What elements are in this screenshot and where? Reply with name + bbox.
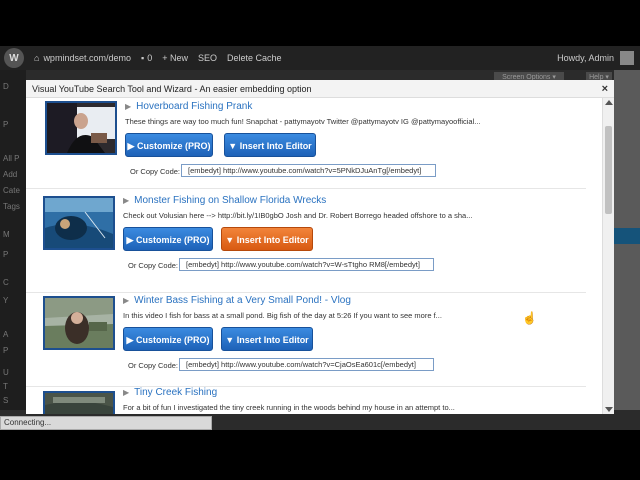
divider bbox=[26, 292, 586, 293]
scroll-down-icon[interactable] bbox=[605, 407, 613, 412]
comments-icon[interactable]: ▪ bbox=[141, 53, 144, 63]
video-thumbnail[interactable] bbox=[43, 296, 115, 350]
results-list[interactable]: ▶ Hoverboard Fishing Prank These things a… bbox=[26, 98, 602, 414]
scrollbar[interactable] bbox=[602, 98, 614, 414]
screen: W ⌂ wpmindset.com/demo ▪ 0 + New SEO Del… bbox=[0, 0, 640, 480]
mouse-cursor-icon: ☝ bbox=[522, 311, 537, 325]
scrollbar-thumb[interactable] bbox=[605, 126, 612, 214]
copy-code-label: Or Copy Code: bbox=[128, 261, 179, 270]
insert-into-editor-button[interactable]: ▼ Insert Into Editor bbox=[221, 227, 313, 251]
video-description: For a bit of fun I investigated the tiny… bbox=[123, 403, 455, 412]
video-description: These things are way too much fun! Snapc… bbox=[125, 117, 481, 126]
customize-pro-button[interactable]: ▶ Customize (PRO) bbox=[123, 227, 213, 251]
copy-code-label: Or Copy Code: bbox=[130, 167, 181, 176]
sidebar-item[interactable]: Cate bbox=[0, 186, 26, 200]
comments-count[interactable]: 0 bbox=[147, 53, 152, 63]
sidebar-item[interactable]: P bbox=[0, 120, 26, 134]
list-item: ▶ Monster Fishing on Shallow Florida Wrec… bbox=[26, 188, 596, 292]
video-title-link[interactable]: ▶ Hoverboard Fishing Prank bbox=[125, 101, 252, 112]
publish-button-edge bbox=[614, 228, 640, 244]
new-content-link[interactable]: + New bbox=[162, 53, 188, 63]
expand-arrow-icon: ▶ bbox=[123, 296, 130, 305]
expand-arrow-icon: ▶ bbox=[125, 102, 132, 111]
video-description: Check out Volusian here --> http://bit.l… bbox=[123, 211, 473, 220]
admin-sidebar: D P All P Add Cate Tags M P C Y A P U T S bbox=[0, 70, 26, 410]
embed-code-field[interactable]: [embedyt] http://www.youtube.com/watch?v… bbox=[179, 358, 434, 371]
insert-into-editor-button[interactable]: ▼ Insert Into Editor bbox=[221, 327, 313, 351]
video-title-link[interactable]: ▶ Monster Fishing on Shallow Florida Wrec… bbox=[123, 195, 326, 206]
embed-code-field[interactable]: [embedyt] http://www.youtube.com/watch?v… bbox=[181, 164, 436, 177]
youtube-wizard-modal: Visual YouTube Search Tool and Wizard - … bbox=[26, 80, 614, 414]
list-item: ▶ Tiny Creek Fishing For a bit of fun I i… bbox=[26, 386, 596, 414]
sidebar-item[interactable]: D bbox=[0, 82, 26, 96]
sidebar-item[interactable]: Add bbox=[0, 170, 26, 184]
sidebar-item[interactable]: M bbox=[0, 230, 26, 244]
sidebar-item[interactable]: Y bbox=[0, 296, 26, 310]
divider bbox=[26, 386, 586, 387]
expand-arrow-icon: ▶ bbox=[123, 196, 130, 205]
delete-cache-link[interactable]: Delete Cache bbox=[227, 53, 282, 63]
sidebar-item[interactable]: T bbox=[0, 382, 26, 396]
sidebar-item[interactable]: P bbox=[0, 250, 26, 264]
list-item: ▶ Hoverboard Fishing Prank These things a… bbox=[26, 98, 596, 188]
sidebar-item[interactable]: C bbox=[0, 278, 26, 292]
video-thumbnail[interactable] bbox=[45, 101, 117, 155]
divider bbox=[26, 188, 586, 189]
copy-code-label: Or Copy Code: bbox=[128, 361, 179, 370]
insert-into-editor-button[interactable]: ▼ Insert Into Editor bbox=[224, 133, 316, 157]
customize-pro-button[interactable]: ▶ Customize (PRO) bbox=[123, 327, 213, 351]
sidebar-item[interactable]: P bbox=[0, 346, 26, 360]
browser-status-bar: Connecting... bbox=[0, 416, 212, 430]
video-description: In this video I fish for bass at a small… bbox=[123, 311, 442, 320]
user-greeting[interactable]: Howdy, Admin bbox=[557, 53, 614, 63]
video-title-link[interactable]: ▶ Tiny Creek Fishing bbox=[123, 387, 217, 398]
wordpress-logo-icon[interactable]: W bbox=[4, 48, 24, 68]
seo-link[interactable]: SEO bbox=[198, 53, 217, 63]
expand-arrow-icon: ▶ bbox=[123, 388, 130, 397]
scroll-up-icon[interactable] bbox=[605, 100, 613, 105]
customize-pro-button[interactable]: ▶ Customize (PRO) bbox=[125, 133, 213, 157]
avatar[interactable] bbox=[620, 51, 634, 65]
list-item: ▶ Winter Bass Fishing at a Very Small Pon… bbox=[26, 292, 596, 390]
modal-title: Visual YouTube Search Tool and Wizard - … bbox=[32, 84, 312, 94]
video-thumbnail[interactable] bbox=[43, 391, 115, 414]
close-icon[interactable]: × bbox=[602, 83, 608, 95]
sidebar-item[interactable]: Tags bbox=[0, 202, 26, 216]
home-icon[interactable]: ⌂ bbox=[34, 53, 39, 63]
sidebar-item[interactable]: U bbox=[0, 368, 26, 382]
embed-code-field[interactable]: [embedyt] http://www.youtube.com/watch?v… bbox=[179, 258, 434, 271]
site-name-link[interactable]: wpmindset.com/demo bbox=[43, 53, 131, 63]
sidebar-item[interactable]: All P bbox=[0, 154, 26, 168]
video-thumbnail[interactable] bbox=[43, 196, 115, 250]
admin-bar: W ⌂ wpmindset.com/demo ▪ 0 + New SEO Del… bbox=[0, 46, 640, 70]
video-title-link[interactable]: ▶ Winter Bass Fishing at a Very Small Pon… bbox=[123, 295, 351, 306]
sidebar-item[interactable]: S bbox=[0, 396, 26, 410]
sidebar-item[interactable]: A bbox=[0, 330, 26, 344]
modal-header: Visual YouTube Search Tool and Wizard - … bbox=[26, 80, 614, 98]
